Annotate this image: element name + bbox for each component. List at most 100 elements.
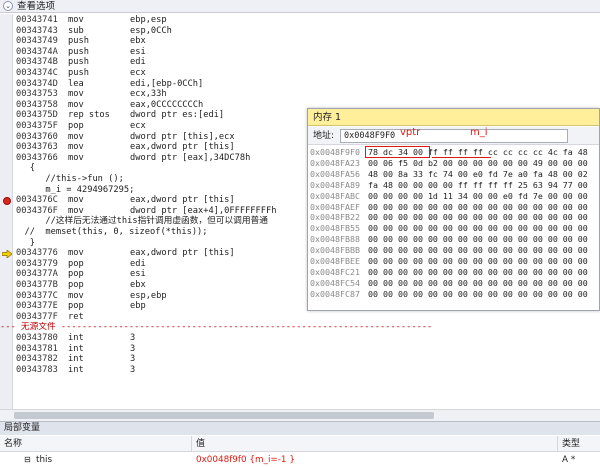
- asm-address: 0034374A: [16, 46, 58, 57]
- memory-row-address: 0x0048FABC: [310, 190, 360, 201]
- source-text: }: [14, 237, 35, 248]
- column-name-header[interactable]: 名称: [0, 436, 192, 452]
- memory-row-bytes: 00 00 00 00 00 00 00 00 00 00 00 00 00 0…: [368, 223, 588, 234]
- memory-row-bytes: 00 00 00 00 00 00 00 00 00 00 00 00 00 0…: [368, 234, 588, 245]
- asm-address: 0034377F: [16, 311, 58, 322]
- source-text: //this->fun ();: [14, 174, 124, 184]
- asm-address: 00343781: [16, 343, 58, 354]
- asm-address: 00343780: [16, 333, 58, 343]
- asm-line[interactable]: 0034374A push esi: [0, 47, 600, 58]
- asm-address: 0034375D: [16, 110, 58, 121]
- asm-operands: dword ptr [eax+4],0FFFFFFFFh: [130, 205, 277, 216]
- asm-line[interactable]: 00343749 push ebx: [0, 36, 600, 47]
- memory-row[interactable]: 0x0048FA89 fa 48 00 00 00 00 ff ff ff ff …: [308, 179, 599, 191]
- asm-mnemonic: mov: [68, 142, 84, 153]
- asm-mnemonic: mov: [68, 290, 84, 301]
- asm-operands: eax,dword ptr [this]: [130, 142, 235, 153]
- asm-mnemonic: mov: [68, 205, 84, 216]
- chevron-down-icon[interactable]: ⌄: [3, 1, 13, 11]
- variable-name: this: [36, 455, 53, 465]
- asm-address: 00343782: [16, 354, 58, 365]
- asm-mnemonic: int: [68, 343, 84, 354]
- asm-operands: eax,dword ptr [this]: [130, 195, 235, 206]
- memory-row[interactable]: 0x0048FA23 00 06 f5 0d b2 00 00 00 00 00 …: [308, 157, 599, 169]
- asm-line[interactable]: 00343741 mov ebp,esp: [0, 15, 600, 26]
- memory-row-bytes: fa 48 00 00 00 00 ff ff ff ff 25 63 94 7…: [368, 179, 588, 190]
- current-instruction-arrow-icon: [2, 249, 12, 258]
- disassembly-horizontal-scrollbar[interactable]: [0, 409, 600, 421]
- asm-address: 0034374B: [16, 57, 58, 68]
- expand-toggle-icon[interactable]: ⊟: [24, 453, 31, 467]
- asm-line[interactable]: 0034374D lea edi,[ebp-0CCh]: [0, 79, 600, 90]
- variable-value[interactable]: 0x0048f9f0 {m_i=-1 }: [196, 453, 295, 467]
- asm-line[interactable]: 0034377F ret: [0, 312, 600, 323]
- asm-operands: ebx: [130, 36, 146, 47]
- memory-row[interactable]: 0x0048FB22 00 00 00 00 00 00 00 00 00 00 …: [308, 212, 599, 223]
- asm-operands: ecx: [130, 121, 146, 131]
- memory-row-bytes: 00 00 00 00 00 00 00 00 00 00 00 00 00 0…: [368, 212, 588, 223]
- asm-line[interactable]: 0034374B push edi: [0, 57, 600, 68]
- asm-address: 0034377B: [16, 280, 58, 290]
- asm-address: 0034374C: [16, 68, 58, 78]
- variable-type: A *: [562, 455, 576, 465]
- memory-row-bytes: 00 00 00 00 1d 11 34 00 00 e0 fd 7e 00 0…: [368, 190, 588, 201]
- asm-line[interactable]: 00343781 int 3: [0, 344, 600, 355]
- source-text: m_i = 4294967295;: [14, 184, 135, 195]
- memory-row[interactable]: 0x0048FAEF 00 00 00 00 00 00 00 00 00 00 …: [308, 202, 599, 213]
- asm-line[interactable]: 00343780 int 3: [0, 333, 600, 344]
- asm-operands: ebx: [130, 280, 146, 290]
- source-text: //这样后无法通过this指针调用虚函数，但可以调用普通: [14, 216, 268, 227]
- asm-mnemonic: push: [68, 46, 89, 57]
- memory-window[interactable]: 内存 1 地址: 0x0048F9F0 vptr m_i 0x0048F9F0 7…: [307, 108, 600, 311]
- asm-mnemonic: pop: [68, 121, 84, 131]
- asm-mnemonic: push: [68, 68, 89, 78]
- asm-line[interactable]: 00343743 sub esp,0CCh: [0, 26, 600, 37]
- memory-row-bytes: 48 00 8a 33 fc 74 00 e0 fd 7e a0 fa 48 0…: [368, 168, 588, 179]
- locals-row[interactable]: ⊟ this 0x0048f9f0 {m_i=-1 } A *: [0, 453, 600, 467]
- asm-operands: edi: [130, 258, 146, 269]
- memory-row[interactable]: 0x0048FBEE 00 00 00 00 00 00 00 00 00 00 …: [308, 256, 599, 267]
- asm-operands: edi,[ebp-0CCh]: [130, 78, 204, 89]
- breakpoint-icon[interactable]: [3, 196, 11, 205]
- memory-row-bytes: 00 06 f5 0d b2 00 00 00 00 00 00 49 00 0…: [368, 157, 588, 168]
- asm-address: 00343783: [16, 364, 58, 375]
- asm-address: 00343776: [16, 248, 58, 259]
- memory-row-address: 0x0048FB88: [310, 234, 360, 245]
- asm-operands: esi: [130, 269, 146, 280]
- view-options-label[interactable]: 查看选项: [17, 0, 55, 13]
- memory-row[interactable]: 0x0048FB55 00 00 00 00 00 00 00 00 00 00 …: [308, 223, 599, 234]
- memory-row[interactable]: 0x0048FABC 00 00 00 00 1d 11 34 00 00 e0 …: [308, 190, 599, 202]
- asm-mnemonic: mov: [68, 99, 84, 110]
- memory-row[interactable]: 0x0048FB88 00 00 00 00 00 00 00 00 00 00 …: [308, 234, 599, 245]
- column-type-header[interactable]: 类型: [558, 436, 600, 452]
- asm-address: 00343743: [16, 25, 58, 36]
- scrollbar-thumb[interactable]: [14, 412, 434, 419]
- memory-row[interactable]: 0x0048FC87 00 00 00 00 00 00 00 00 00 00 …: [308, 289, 599, 300]
- memory-row[interactable]: 0x0048FBBB 00 00 00 00 00 00 00 00 00 00 …: [308, 245, 599, 256]
- asm-mnemonic: mov: [68, 152, 84, 163]
- asm-operands: eax,dword ptr [this]: [130, 248, 235, 259]
- separator-text: --- 无源文件 -------------------------------…: [0, 322, 433, 333]
- column-value-header[interactable]: 值: [192, 436, 558, 452]
- memory-row[interactable]: 0x0048FC21 00 00 00 00 00 00 00 00 00 00 …: [308, 267, 599, 278]
- asm-mnemonic: mov: [68, 89, 84, 100]
- asm-mnemonic: mov: [68, 131, 84, 142]
- asm-line[interactable]: 00343783 int 3: [0, 365, 600, 376]
- asm-line[interactable]: 00343782 int 3: [0, 354, 600, 365]
- source-separator[interactable]: --- 无源文件 -------------------------------…: [0, 322, 600, 333]
- asm-mnemonic: int: [68, 364, 84, 375]
- asm-mnemonic: sub: [68, 25, 84, 36]
- asm-mnemonic: lea: [68, 78, 84, 89]
- memory-rows[interactable]: 0x0048F9F0 78 dc 34 00 ff ff ff ff cc cc …: [308, 147, 599, 310]
- memory-row-address: 0x0048FBBB: [310, 245, 360, 256]
- memory-row-bytes: 00 00 00 00 00 00 00 00 00 00 00 00 00 0…: [368, 245, 588, 256]
- asm-address: 0034374D: [16, 78, 58, 89]
- asm-address: 00343779: [16, 258, 58, 269]
- memory-row[interactable]: 0x0048FC54 00 00 00 00 00 00 00 00 00 00 …: [308, 278, 599, 289]
- memory-row[interactable]: 0x0048FA56 48 00 8a 33 fc 74 00 e0 fd 7e …: [308, 168, 599, 180]
- asm-line[interactable]: 0034374C push ecx: [0, 68, 600, 79]
- address-value: 0x0048F9F0: [344, 131, 396, 141]
- asm-line[interactable]: 00343753 mov ecx,33h: [0, 89, 600, 100]
- asm-operands: ecx: [130, 68, 146, 78]
- address-input[interactable]: 0x0048F9F0: [340, 129, 568, 143]
